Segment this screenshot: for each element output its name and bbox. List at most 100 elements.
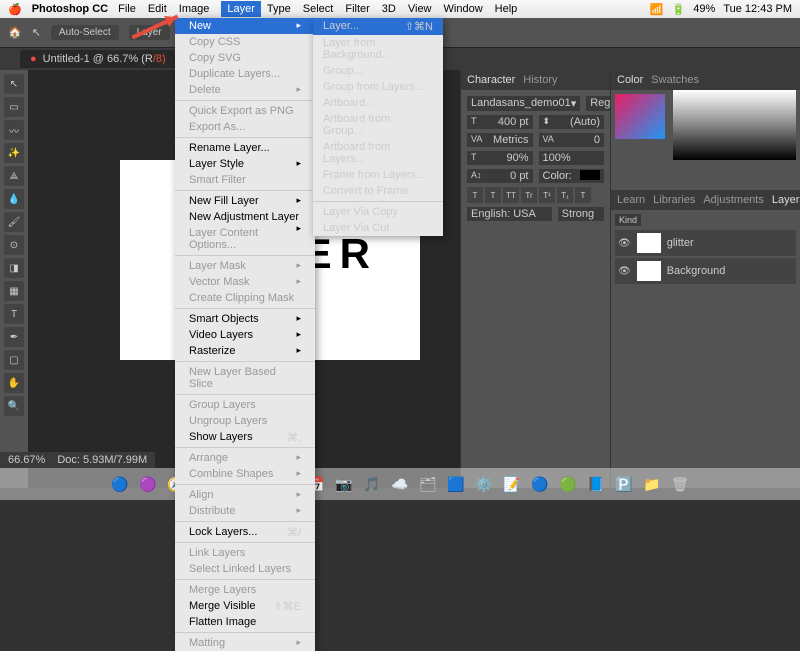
submenuitem[interactable]: Artboard... xyxy=(313,95,443,111)
menu-view[interactable]: View xyxy=(408,3,432,15)
dock-icon[interactable]: 🔵 xyxy=(107,471,133,497)
tab-layers[interactable]: Layers xyxy=(772,194,800,206)
baseline[interactable]: A↕ 0 pt xyxy=(467,169,533,183)
scale[interactable]: T 90% xyxy=(467,151,533,165)
menuitem[interactable]: New xyxy=(175,18,315,34)
tab-learn[interactable]: Learn xyxy=(617,194,645,206)
tab-history[interactable]: History xyxy=(523,74,557,86)
shape-tool[interactable]: ▢ xyxy=(4,350,24,370)
dock-icon[interactable]: ☁️ xyxy=(387,471,413,497)
menuitem[interactable]: Merge Visible⇧⌘E xyxy=(175,598,315,614)
eyedropper-tool[interactable]: 💧 xyxy=(4,189,24,209)
apple-icon[interactable]: 🍎 xyxy=(8,3,22,16)
marquee-tool[interactable]: ▭ xyxy=(4,97,24,117)
gradient-tool[interactable]: ▦ xyxy=(4,281,24,301)
document-tab[interactable]: ● Untitled-1 @ 66.7% (R/8) xyxy=(20,50,176,68)
character-panel: Landasans_demo01▾Regular▾ T 400 pt⬍ (Aut… xyxy=(461,90,610,231)
dock-icon[interactable]: ⚙️ xyxy=(471,471,497,497)
close-icon[interactable]: ● xyxy=(30,53,37,65)
menuitem[interactable]: Rasterize xyxy=(175,343,315,359)
dock-icon[interactable]: 🅿️ xyxy=(611,471,637,497)
submenuitem[interactable]: Layer...⇧⌘N xyxy=(313,18,443,35)
tab-color[interactable]: Color xyxy=(617,74,643,86)
dock-icon[interactable]: 🗑 xyxy=(667,471,693,497)
menu-window[interactable]: Window xyxy=(444,3,483,15)
menuitem: Combine Shapes xyxy=(175,466,315,482)
brush-tool[interactable]: 🖌 xyxy=(4,212,24,232)
bold-button[interactable]: T xyxy=(467,187,483,203)
hand-tool[interactable]: ✋ xyxy=(4,373,24,393)
eraser-tool[interactable]: ◨ xyxy=(4,258,24,278)
dock-icon[interactable]: 📷 xyxy=(331,471,357,497)
dock-icon[interactable]: 🔵 xyxy=(527,471,553,497)
menu-layer[interactable]: Layer xyxy=(221,1,261,17)
menuitem: Copy SVG xyxy=(175,50,315,66)
menu-help[interactable]: Help xyxy=(495,3,518,15)
menuitem[interactable]: Layer Style xyxy=(175,156,315,172)
color-picker[interactable] xyxy=(673,90,796,160)
zoom-tool[interactable]: 🔍 xyxy=(4,396,24,416)
font-size[interactable]: T 400 pt xyxy=(467,115,533,129)
layer-row[interactable]: 👁Background xyxy=(615,258,796,284)
opacity[interactable]: 100% xyxy=(539,151,605,165)
menuitem: Layer Content Options... xyxy=(175,225,315,253)
language[interactable]: English: USA xyxy=(467,207,552,221)
dock-icon[interactable]: 🗂 xyxy=(415,471,441,497)
battery-icon[interactable]: 🔋 xyxy=(672,3,686,16)
menu-select[interactable]: Select xyxy=(303,3,334,15)
tab-libraries[interactable]: Libraries xyxy=(653,194,695,206)
color-swatch[interactable] xyxy=(615,94,665,139)
menuitem[interactable]: New Fill Layer xyxy=(175,193,315,209)
wifi-icon[interactable]: 📶 xyxy=(650,3,664,16)
dock-icon[interactable]: 📘 xyxy=(583,471,609,497)
submenuitem[interactable]: Group... xyxy=(313,63,443,79)
text-color[interactable]: Color: xyxy=(539,169,605,183)
leading[interactable]: ⬍ (Auto) xyxy=(539,115,605,129)
font-family[interactable]: Landasans_demo01▾ xyxy=(467,96,580,111)
menuitem[interactable]: Rename Layer... xyxy=(175,140,315,156)
move-tool[interactable]: ↖ xyxy=(4,74,24,94)
layer-row[interactable]: 👁 glitter xyxy=(615,230,796,256)
menuitem[interactable]: Lock Layers...⌘/ xyxy=(175,524,315,540)
home-icon[interactable]: 🏠 xyxy=(8,26,22,39)
move-tool-icon[interactable]: ↖ xyxy=(32,26,41,39)
menuitem: Layer Mask xyxy=(175,258,315,274)
dock-icon[interactable]: 🟦 xyxy=(443,471,469,497)
visibility-icon[interactable]: 👁 xyxy=(618,266,631,277)
wand-tool[interactable]: ✨ xyxy=(4,143,24,163)
tab-character[interactable]: Character xyxy=(467,74,515,86)
menu-filter[interactable]: Filter xyxy=(345,3,369,15)
zoom-level[interactable]: 66.67% xyxy=(8,454,45,466)
menuitem[interactable]: Smart Objects xyxy=(175,311,315,327)
italic-button[interactable]: T xyxy=(485,187,501,203)
layer-name: glitter xyxy=(667,237,694,249)
app-name[interactable]: Photoshop CC xyxy=(32,3,108,15)
menu-image[interactable]: Image xyxy=(179,3,210,15)
menu-type[interactable]: Type xyxy=(267,3,291,15)
lasso-tool[interactable]: 〰 xyxy=(4,120,24,140)
kind-filter[interactable]: Kind xyxy=(615,214,641,226)
autoselect-check[interactable]: Auto-Select xyxy=(51,25,119,40)
menuitem[interactable]: Video Layers xyxy=(175,327,315,343)
layer-thumb xyxy=(637,261,661,281)
tab-title: Untitled-1 @ 66.7% (R/8) xyxy=(43,53,166,65)
path-tool[interactable]: ✒ xyxy=(4,327,24,347)
tab-adjustments[interactable]: Adjustments xyxy=(703,194,764,206)
menuitem[interactable]: New Adjustment Layer xyxy=(175,209,315,225)
menuitem[interactable]: Show Layers⌘, xyxy=(175,429,315,445)
tab-swatches[interactable]: Swatches xyxy=(651,74,699,86)
stamp-tool[interactable]: ⊙ xyxy=(4,235,24,255)
tracking[interactable]: VA 0 xyxy=(539,133,605,147)
antialias[interactable]: Strong xyxy=(558,207,604,221)
text-tool[interactable]: T xyxy=(4,304,24,324)
visibility-icon[interactable]: 👁 xyxy=(618,238,631,249)
dock-icon[interactable]: 📝 xyxy=(499,471,525,497)
menuitem[interactable]: Flatten Image xyxy=(175,614,315,630)
dock-icon[interactable]: 🟢 xyxy=(555,471,581,497)
crop-tool[interactable]: ⟁ xyxy=(4,166,24,186)
kerning[interactable]: VA Metrics xyxy=(467,133,533,147)
menu-3d[interactable]: 3D xyxy=(382,3,396,15)
dock-icon[interactable]: 🟣 xyxy=(135,471,161,497)
dock-icon[interactable]: 📁 xyxy=(639,471,665,497)
dock-icon[interactable]: 🎵 xyxy=(359,471,385,497)
